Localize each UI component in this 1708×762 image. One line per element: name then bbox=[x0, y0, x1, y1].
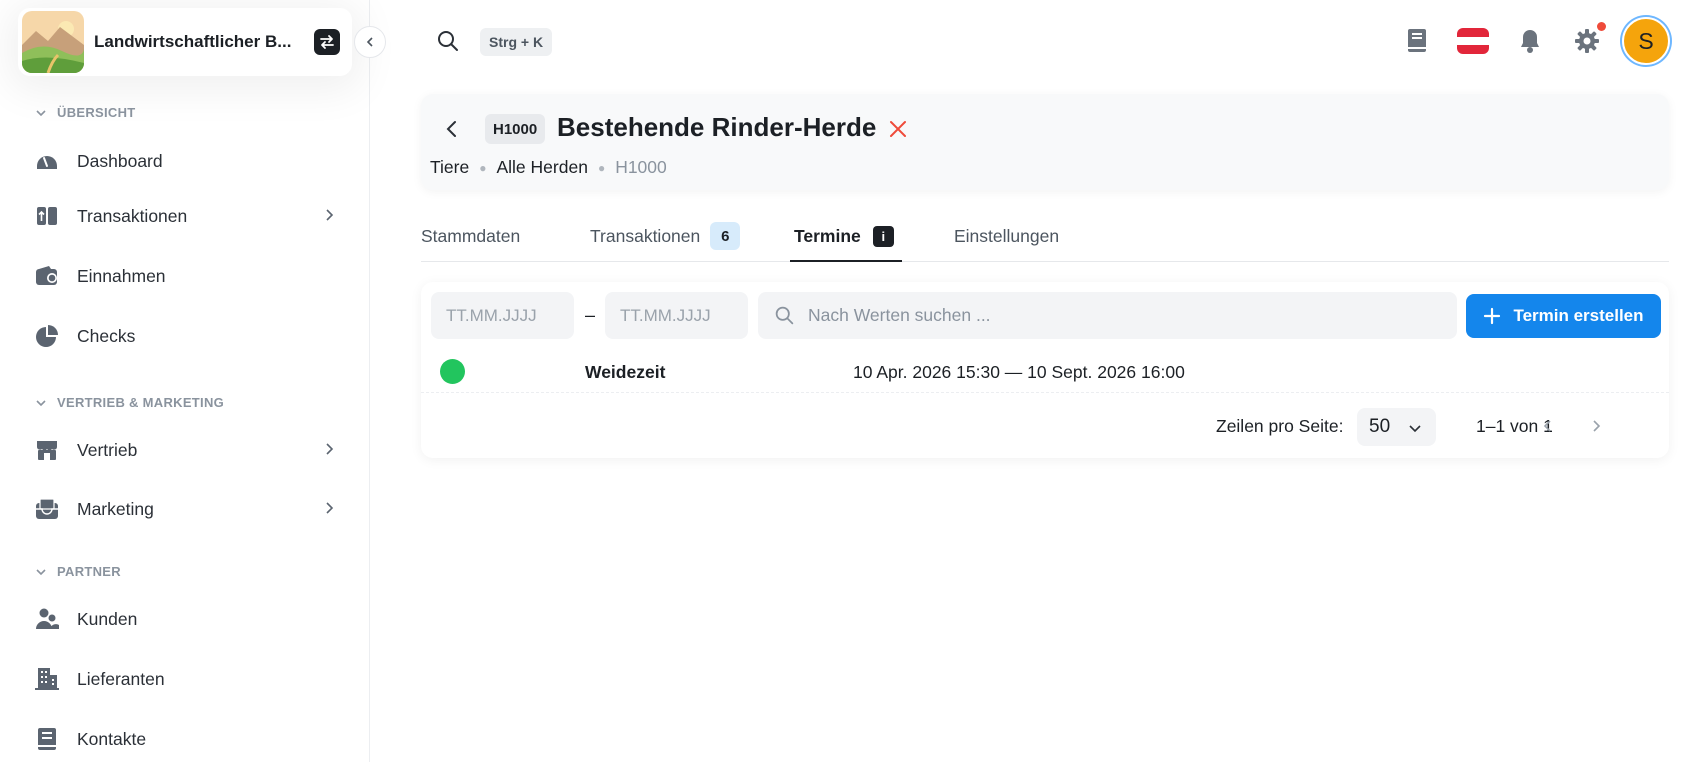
chevron-down-icon bbox=[1409, 425, 1421, 433]
bell-icon[interactable] bbox=[1515, 26, 1545, 56]
search-icon[interactable] bbox=[436, 29, 460, 53]
next-page-button[interactable] bbox=[1584, 414, 1608, 438]
transfer-icon bbox=[34, 203, 60, 229]
tab-label: Transaktionen bbox=[590, 225, 701, 246]
tab-label: Termine bbox=[794, 225, 861, 246]
sidebar: Landwirtschaftlicher B... ÜBERSICHT Dash… bbox=[0, 0, 370, 762]
rows-per-page-select[interactable]: 50 bbox=[1357, 408, 1436, 446]
previous-page-button[interactable] bbox=[1536, 414, 1560, 438]
back-button[interactable] bbox=[441, 118, 463, 140]
tab-label: Einstellungen bbox=[954, 225, 1060, 246]
sidebar-item-kunden[interactable]: Kunden bbox=[34, 599, 344, 639]
appointment-title: Weidezeit bbox=[585, 362, 666, 382]
switch-organization-icon[interactable] bbox=[314, 29, 340, 55]
organization-name: Landwirtschaftlicher B... bbox=[94, 32, 292, 51]
date-from-field[interactable] bbox=[431, 292, 574, 339]
section-partner[interactable]: PARTNER bbox=[35, 564, 121, 579]
chevron-down-icon bbox=[36, 109, 46, 116]
tab-termine[interactable]: Termine i bbox=[794, 210, 894, 262]
section-sales-marketing[interactable]: VERTRIEB & MARKETING bbox=[35, 395, 224, 410]
inbox-mail-icon bbox=[34, 496, 60, 522]
breadcrumb: Tiere ● Alle Herden ● H1000 bbox=[430, 157, 667, 178]
chevron-down-icon bbox=[36, 568, 46, 575]
breadcrumb-separator: ● bbox=[479, 160, 487, 175]
breadcrumb-current: H1000 bbox=[615, 157, 667, 177]
sidebar-item-label: Checks bbox=[77, 325, 136, 346]
chevron-left-icon bbox=[1543, 420, 1551, 432]
search-input[interactable] bbox=[808, 292, 1448, 339]
search-shortcut-hint[interactable]: Strg + K bbox=[480, 28, 553, 56]
chevron-left-icon bbox=[366, 37, 373, 47]
sidebar-item-kontakte[interactable]: Kontakte bbox=[34, 719, 344, 759]
chevron-right-icon bbox=[326, 502, 334, 514]
status-indicator bbox=[440, 359, 465, 384]
organization-logo bbox=[22, 11, 84, 73]
rows-per-page-value: 50 bbox=[1369, 416, 1391, 437]
sidebar-item-label: Lieferanten bbox=[77, 668, 165, 689]
page-title: Bestehende Rinder-Herde bbox=[557, 112, 877, 142]
gear-icon[interactable] bbox=[1572, 26, 1602, 56]
sidebar-item-label: Marketing bbox=[77, 498, 154, 519]
tab-stammdaten[interactable]: Stammdaten bbox=[421, 210, 520, 262]
chevron-down-icon bbox=[36, 399, 46, 406]
collapse-sidebar-button[interactable] bbox=[354, 26, 386, 58]
gauge-icon bbox=[34, 148, 60, 174]
sidebar-item-vertrieb[interactable]: Vertrieb bbox=[34, 430, 344, 470]
breadcrumb-item[interactable]: Alle Herden bbox=[496, 157, 587, 178]
count-badge: 6 bbox=[710, 222, 741, 250]
tab-transaktionen[interactable]: Transaktionen 6 bbox=[590, 210, 741, 262]
store-icon bbox=[34, 437, 60, 463]
sidebar-item-checks[interactable]: Checks bbox=[34, 316, 344, 356]
austria-flag-icon[interactable] bbox=[1457, 28, 1489, 54]
sidebar-item-lieferanten[interactable]: Lieferanten bbox=[34, 659, 344, 699]
table-row[interactable]: Weidezeit 10 Apr. 2026 15:30 — 10 Sept. … bbox=[421, 350, 1669, 393]
date-to-field[interactable] bbox=[605, 292, 748, 339]
rows-per-page-label: Zeilen pro Seite: bbox=[1216, 416, 1344, 436]
sidebar-item-label: Dashboard bbox=[77, 150, 163, 171]
tab-bar: Stammdaten Transaktionen 6 Termine i Ein… bbox=[421, 210, 1669, 262]
organization-switcher[interactable]: Landwirtschaftlicher B... bbox=[18, 8, 352, 76]
active-tab-indicator bbox=[790, 260, 902, 262]
sidebar-item-dashboard[interactable]: Dashboard bbox=[34, 141, 344, 181]
sidebar-item-label: Vertrieb bbox=[77, 439, 138, 460]
sidebar-item-transaktionen[interactable]: Transaktionen bbox=[34, 196, 344, 236]
section-label: PARTNER bbox=[57, 564, 121, 579]
building-icon bbox=[34, 666, 60, 692]
contacts-book-icon bbox=[34, 726, 60, 752]
create-appointment-button[interactable]: Termin erstellen bbox=[1466, 294, 1661, 338]
sidebar-item-label: Kontakte bbox=[77, 728, 147, 749]
breadcrumb-item[interactable]: Tiere bbox=[430, 157, 469, 178]
sidebar-item-label: Transaktionen bbox=[77, 205, 188, 226]
tab-label: Stammdaten bbox=[421, 225, 521, 246]
pie-chart-icon bbox=[34, 323, 60, 349]
wallet-icon bbox=[34, 263, 60, 289]
section-label: VERTRIEB & MARKETING bbox=[57, 395, 225, 410]
avatar[interactable]: S bbox=[1622, 17, 1670, 65]
tab-einstellungen[interactable]: Einstellungen bbox=[954, 210, 1059, 262]
plus-icon bbox=[1484, 307, 1501, 325]
chevron-right-icon bbox=[1593, 420, 1601, 432]
sidebar-item-einnahmen[interactable]: Einnahmen bbox=[34, 256, 344, 296]
search-box[interactable] bbox=[758, 292, 1457, 339]
chevron-right-icon bbox=[326, 209, 334, 221]
section-overview[interactable]: ÜBERSICHT bbox=[35, 105, 136, 120]
chevron-right-icon bbox=[326, 443, 334, 455]
search-icon bbox=[775, 306, 794, 325]
herd-code-badge: H1000 bbox=[485, 114, 546, 144]
create-appointment-label: Termin erstellen bbox=[1513, 306, 1644, 325]
users-icon bbox=[34, 606, 60, 632]
sidebar-item-label: Einnahmen bbox=[77, 265, 166, 286]
info-icon: i bbox=[872, 225, 894, 247]
date-range-separator: – bbox=[585, 305, 596, 325]
book-icon[interactable] bbox=[1402, 26, 1432, 56]
breadcrumb-separator: ● bbox=[597, 160, 606, 175]
appointment-date-range: 10 Apr. 2026 15:30 — 10 Sept. 2026 16:00 bbox=[853, 362, 1185, 382]
sidebar-item-marketing[interactable]: Marketing bbox=[34, 489, 344, 529]
sidebar-item-label: Kunden bbox=[77, 608, 138, 629]
section-label: ÜBERSICHT bbox=[57, 105, 136, 120]
settings-notification-dot bbox=[1597, 22, 1606, 31]
close-icon[interactable] bbox=[887, 118, 909, 140]
